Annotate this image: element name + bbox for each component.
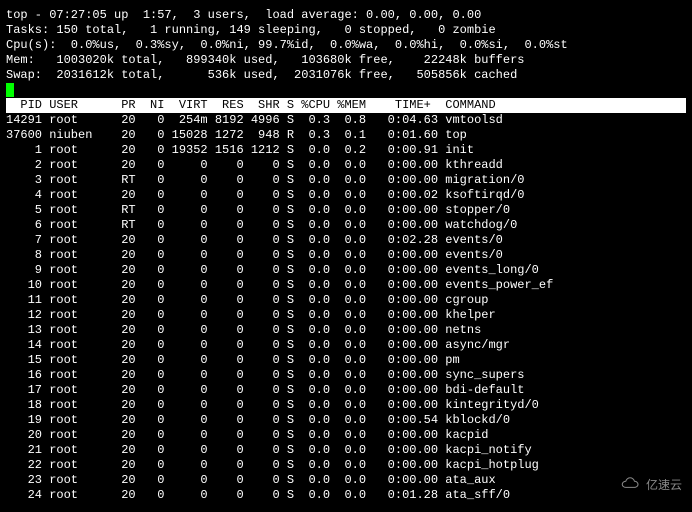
process-row[interactable]: 23 root 20 0 0 0 0 S 0.0 0.0 0:00.00 ata… [6,473,686,488]
process-row[interactable]: 13 root 20 0 0 0 0 S 0.0 0.0 0:00.00 net… [6,323,686,338]
watermark: 亿速云 [620,476,682,494]
process-row[interactable]: 5 root RT 0 0 0 0 S 0.0 0.0 0:00.00 stop… [6,203,686,218]
process-row[interactable]: 22 root 20 0 0 0 0 S 0.0 0.0 0:00.00 kac… [6,458,686,473]
process-row[interactable]: 4 root 20 0 0 0 0 S 0.0 0.0 0:00.02 ksof… [6,188,686,203]
process-table: 14291 root 20 0 254m 8192 4996 S 0.3 0.8… [6,113,686,503]
process-row[interactable]: 15 root 20 0 0 0 0 S 0.0 0.0 0:00.00 pm [6,353,686,368]
process-row[interactable]: 14291 root 20 0 254m 8192 4996 S 0.3 0.8… [6,113,686,128]
top-terminal[interactable]: top - 07:27:05 up 1:57, 3 users, load av… [6,8,686,503]
process-row[interactable]: 1 root 20 0 19352 1516 1212 S 0.0 0.2 0:… [6,143,686,158]
watermark-text: 亿速云 [646,478,682,493]
process-row[interactable]: 18 root 20 0 0 0 0 S 0.0 0.0 0:00.00 kin… [6,398,686,413]
process-row[interactable]: 16 root 20 0 0 0 0 S 0.0 0.0 0:00.00 syn… [6,368,686,383]
process-row[interactable]: 19 root 20 0 0 0 0 S 0.0 0.0 0:00.54 kbl… [6,413,686,428]
process-row[interactable]: 10 root 20 0 0 0 0 S 0.0 0.0 0:00.00 eve… [6,278,686,293]
cursor-icon [6,83,14,97]
process-row[interactable]: 24 root 20 0 0 0 0 S 0.0 0.0 0:01.28 ata… [6,488,686,503]
column-header-row[interactable]: PID USER PR NI VIRT RES SHR S %CPU %MEM … [6,98,686,113]
process-row[interactable]: 12 root 20 0 0 0 0 S 0.0 0.0 0:00.00 khe… [6,308,686,323]
process-row[interactable]: 17 root 20 0 0 0 0 S 0.0 0.0 0:00.00 bdi… [6,383,686,398]
summary-tasks: Tasks: 150 total, 1 running, 149 sleepin… [6,23,686,38]
process-row[interactable]: 6 root RT 0 0 0 0 S 0.0 0.0 0:00.00 watc… [6,218,686,233]
process-row[interactable]: 11 root 20 0 0 0 0 S 0.0 0.0 0:00.00 cgr… [6,293,686,308]
process-row[interactable]: 8 root 20 0 0 0 0 S 0.0 0.0 0:00.00 even… [6,248,686,263]
process-row[interactable]: 14 root 20 0 0 0 0 S 0.0 0.0 0:00.00 asy… [6,338,686,353]
process-row[interactable]: 21 root 20 0 0 0 0 S 0.0 0.0 0:00.00 kac… [6,443,686,458]
summary-cpu: Cpu(s): 0.0%us, 0.3%sy, 0.0%ni, 99.7%id,… [6,38,686,53]
summary-swap: Swap: 2031612k total, 536k used, 2031076… [6,68,686,83]
input-cursor-line[interactable] [6,83,686,98]
process-row[interactable]: 9 root 20 0 0 0 0 S 0.0 0.0 0:00.00 even… [6,263,686,278]
summary-mem: Mem: 1003020k total, 899340k used, 10368… [6,53,686,68]
process-row[interactable]: 20 root 20 0 0 0 0 S 0.0 0.0 0:00.00 kac… [6,428,686,443]
cloud-icon [620,476,642,494]
process-row[interactable]: 2 root 20 0 0 0 0 S 0.0 0.0 0:00.00 kthr… [6,158,686,173]
process-row[interactable]: 7 root 20 0 0 0 0 S 0.0 0.0 0:02.28 even… [6,233,686,248]
process-row[interactable]: 37600 niuben 20 0 15028 1272 948 R 0.3 0… [6,128,686,143]
summary-uptime: top - 07:27:05 up 1:57, 3 users, load av… [6,8,686,23]
process-row[interactable]: 3 root RT 0 0 0 0 S 0.0 0.0 0:00.00 migr… [6,173,686,188]
